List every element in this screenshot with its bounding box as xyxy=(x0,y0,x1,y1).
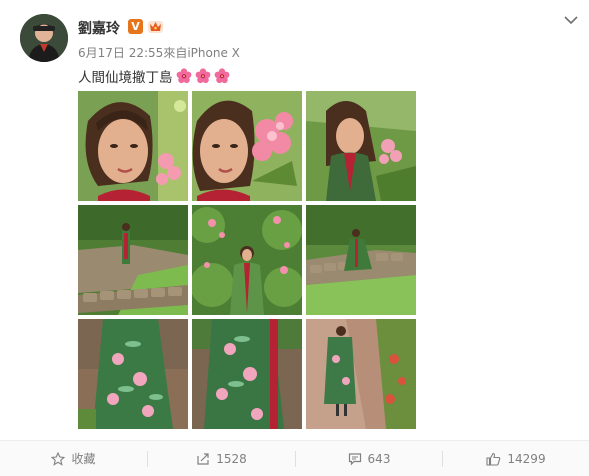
photo-3[interactable] xyxy=(306,91,416,201)
repost-button[interactable]: 1528 xyxy=(148,441,295,476)
star-icon xyxy=(51,451,66,466)
comment-button[interactable]: 643 xyxy=(296,441,442,476)
photo-8[interactable] xyxy=(192,319,302,429)
member-crown-icon[interactable] xyxy=(147,18,164,35)
source-prefix: 來自 xyxy=(163,46,188,60)
photo-2[interactable] xyxy=(192,91,302,201)
avatar-image xyxy=(20,14,68,62)
comment-count: 643 xyxy=(367,451,391,466)
weibo-post-card: 劉嘉玲 V 6月17日 22:55來自iPhone X 人間仙境撤丁島 收藏 1… xyxy=(0,0,589,476)
hibiscus-flower-icon xyxy=(195,68,211,84)
repost-icon xyxy=(197,452,209,465)
post-text-content: 人間仙境撤丁島 xyxy=(78,70,173,86)
photo-1[interactable] xyxy=(78,91,188,201)
author-name[interactable]: 劉嘉玲 xyxy=(78,18,120,38)
post-source[interactable]: iPhone X xyxy=(187,46,240,60)
favorite-button[interactable]: 收藏 xyxy=(0,441,147,476)
verified-badge-icon[interactable]: V xyxy=(128,19,143,34)
photo-7[interactable] xyxy=(78,319,188,429)
hibiscus-flower-icon xyxy=(214,68,230,84)
photo-grid xyxy=(78,91,416,429)
photo-5[interactable] xyxy=(192,205,302,315)
repost-count: 1528 xyxy=(216,451,247,466)
comment-icon xyxy=(348,452,361,465)
author-avatar[interactable] xyxy=(20,14,68,62)
action-bar: 收藏 1528 643 14299 xyxy=(0,440,589,476)
post-text: 人間仙境撤丁島 xyxy=(78,66,230,86)
photo-6[interactable] xyxy=(306,205,416,315)
like-button[interactable]: 14299 xyxy=(443,441,589,476)
favorite-label: 收藏 xyxy=(71,452,96,466)
photo-4[interactable] xyxy=(78,205,188,315)
hibiscus-flower-icon xyxy=(176,68,192,84)
post-time[interactable]: 6月17日 22:55 xyxy=(78,46,163,60)
chevron-down-icon[interactable] xyxy=(563,14,579,26)
post-meta: 6月17日 22:55來自iPhone X xyxy=(78,44,240,61)
like-count: 14299 xyxy=(507,451,546,466)
photo-9[interactable] xyxy=(306,319,416,429)
thumbs-up-icon xyxy=(486,452,501,466)
